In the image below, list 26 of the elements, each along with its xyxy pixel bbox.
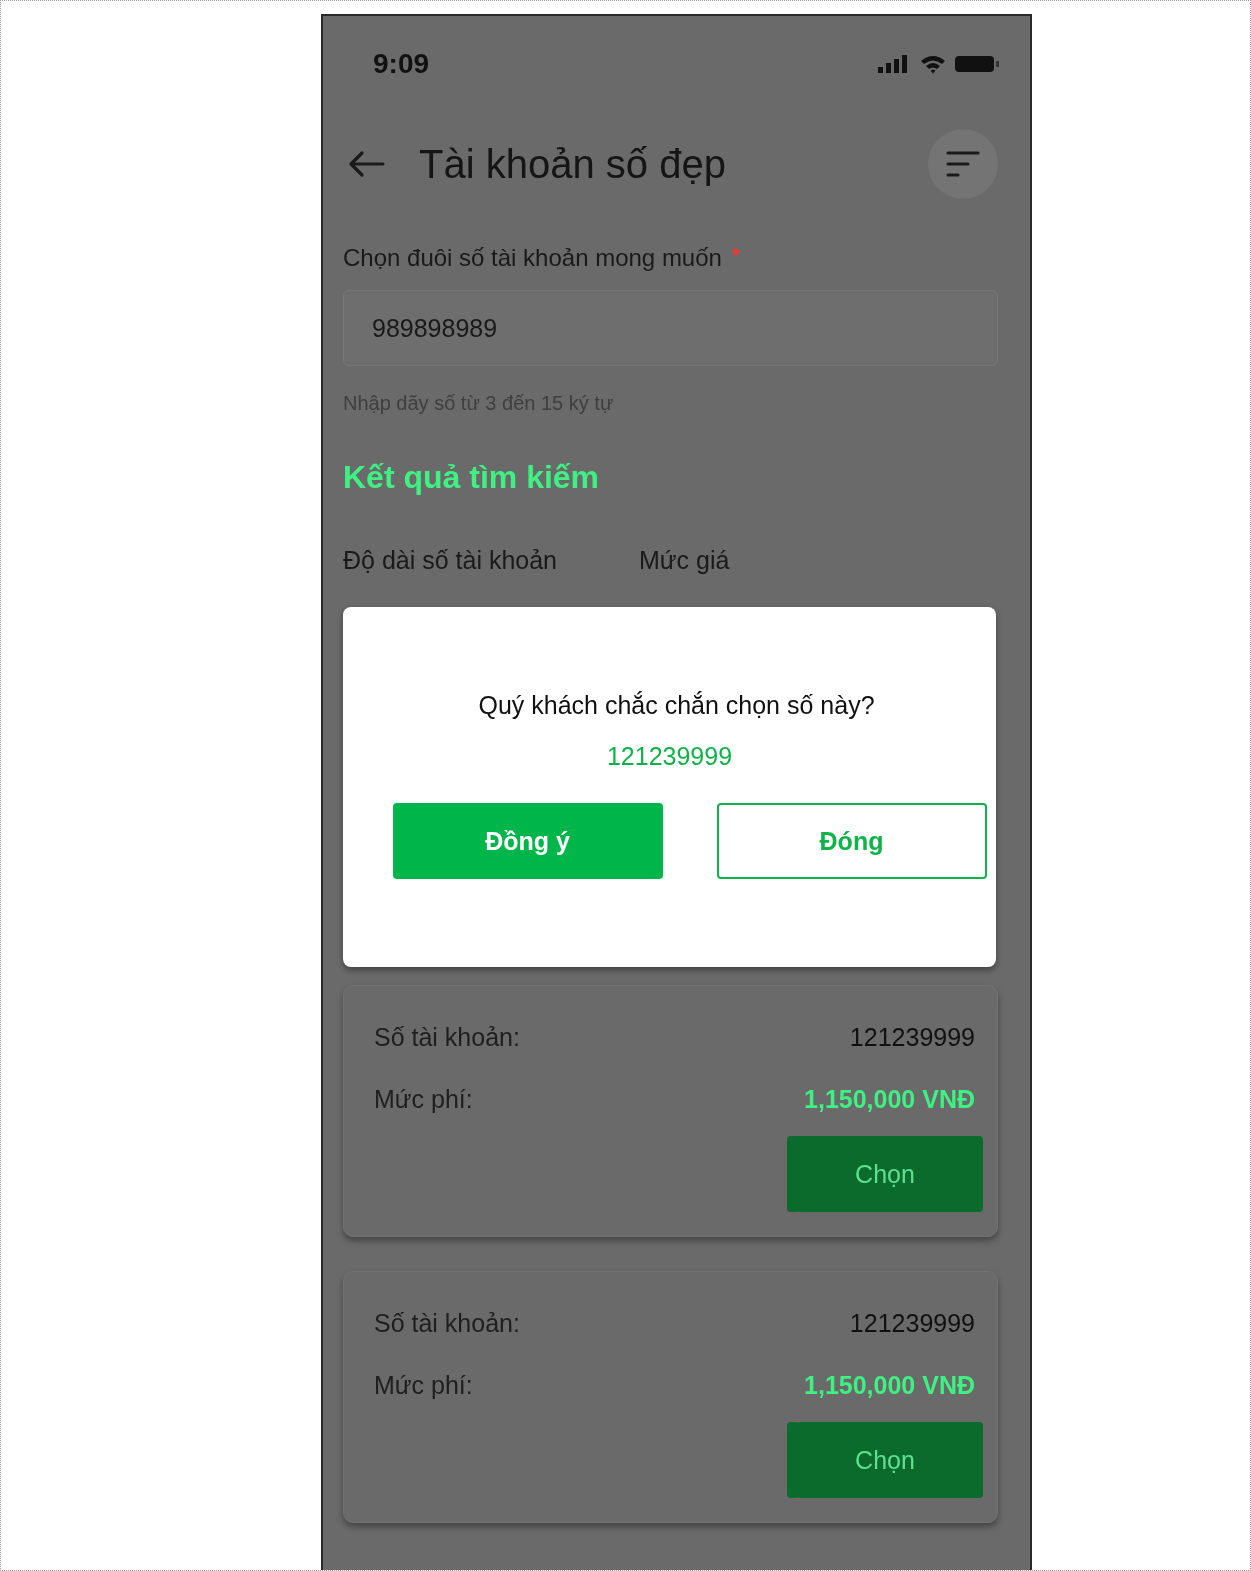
filter-tab[interactable]: Mức giá <box>639 546 730 575</box>
filter-tab[interactable]: Độ dài số tài khoản <box>343 546 558 575</box>
status-time: 9:09 <box>373 48 430 80</box>
account-number: 121239999 <box>849 1022 975 1052</box>
close-button[interactable]: Đóng <box>716 803 987 879</box>
confirm-button[interactable]: Đồng ý <box>392 803 663 879</box>
back-arrow-icon[interactable] <box>347 150 385 178</box>
fee-label: Mức phí: <box>374 1370 473 1400</box>
results-title: Kết quả tìm kiếm <box>343 459 601 496</box>
filter-lines-icon <box>946 150 980 178</box>
field-label: Chọn đuôi số tài khoản mong muốn <box>343 244 722 272</box>
battery-icon <box>954 55 1000 73</box>
required-mark: * <box>731 244 740 268</box>
fee-value: 1,150,000 VNĐ <box>804 1084 975 1114</box>
dialog-number: 121239999 <box>606 742 733 771</box>
page-title: Tài khoản số đẹp <box>419 141 727 187</box>
fee-value: 1,150,000 VNĐ <box>804 1370 975 1400</box>
choose-button[interactable]: Chọn <box>787 1422 983 1498</box>
account-number: 121239999 <box>849 1308 975 1338</box>
wifi-icon <box>920 54 946 74</box>
input-field[interactable]: 989898989 <box>343 290 998 366</box>
account-label: Số tài khoản: <box>374 1308 520 1338</box>
account-label: Số tài khoản: <box>374 1022 520 1052</box>
fee-label: Mức phí: <box>374 1084 473 1114</box>
dialog-question: Quý khách chắc chắn chọn số này? <box>478 691 875 720</box>
choose-button[interactable]: Chọn <box>787 1136 983 1212</box>
